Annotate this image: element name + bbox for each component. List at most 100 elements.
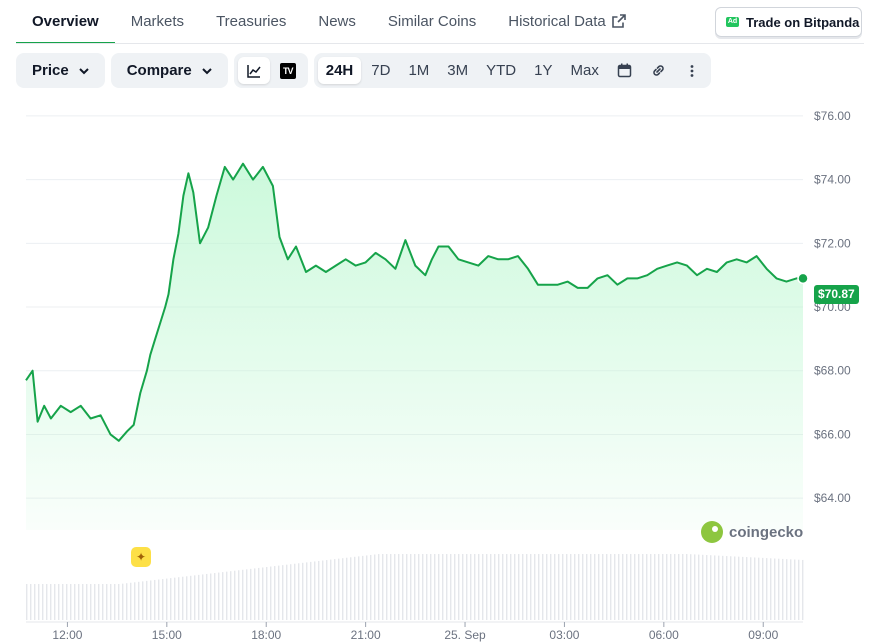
- volume-bar: [606, 554, 608, 620]
- time-range-selector: 24H 7D 1M 3M YTD 1Y Max: [313, 53, 711, 88]
- volume-bar: [558, 554, 560, 620]
- more-options-button[interactable]: [677, 57, 707, 84]
- range-7d-button[interactable]: 7D: [363, 57, 398, 84]
- event-star-icon[interactable]: ✦: [131, 547, 151, 567]
- volume-bar: [766, 558, 768, 620]
- tab-news[interactable]: News: [302, 0, 372, 44]
- y-tick-label: $76.00: [814, 109, 851, 123]
- tab-treasuries[interactable]: Treasuries: [200, 0, 302, 44]
- tab-similar-coins[interactable]: Similar Coins: [372, 0, 492, 44]
- tab-markets[interactable]: Markets: [115, 0, 200, 44]
- volume-bar: [574, 554, 576, 620]
- tab-label: Overview: [32, 12, 99, 30]
- volume-bar: [730, 556, 732, 620]
- range-3m-button[interactable]: 3M: [439, 57, 476, 84]
- tab-overview[interactable]: Overview: [16, 0, 115, 44]
- trade-on-bitpanda-button[interactable]: Ad Trade on Bitpanda: [715, 7, 862, 37]
- volume-bar: [386, 554, 388, 620]
- volume-bar: [554, 554, 556, 620]
- volume-bar: [570, 554, 572, 620]
- tabs-divider: [16, 43, 864, 44]
- volume-bar: [582, 554, 584, 620]
- volume-bar: [670, 554, 672, 620]
- volume-bar: [214, 573, 216, 620]
- volume-bar: [518, 554, 520, 620]
- tab-label: News: [318, 12, 356, 30]
- tab-label: Historical Data: [508, 12, 606, 30]
- volume-bar: [270, 566, 272, 620]
- volume-bar: [222, 572, 224, 620]
- volume-bar: [334, 559, 336, 620]
- compare-dropdown[interactable]: Compare: [110, 53, 228, 88]
- range-24h-button[interactable]: 24H: [317, 57, 362, 84]
- volume-bar: [602, 554, 604, 620]
- tradingview-button[interactable]: TV: [272, 57, 304, 84]
- volume-bar: [694, 554, 696, 620]
- volume-bar: [614, 554, 616, 620]
- volume-bar: [758, 557, 760, 620]
- volume-bar: [354, 556, 356, 620]
- volume-bar: [638, 554, 640, 620]
- volume-bar: [802, 559, 804, 620]
- line-chart-icon: [246, 64, 261, 78]
- range-label: 1M: [408, 62, 430, 79]
- volume-bar: [306, 562, 308, 620]
- volume-bar: [126, 583, 128, 620]
- range-ytd-button[interactable]: YTD: [478, 57, 524, 84]
- range-1y-button[interactable]: 1Y: [526, 57, 560, 84]
- tab-historical-data[interactable]: Historical Data: [492, 0, 642, 44]
- volume-bar: [258, 567, 260, 620]
- volume-bar: [458, 554, 460, 620]
- volume-bar: [666, 554, 668, 620]
- chevron-down-icon: [202, 67, 212, 74]
- volume-bar: [622, 554, 624, 620]
- volume-bar: [630, 554, 632, 620]
- range-1m-button[interactable]: 1M: [400, 57, 437, 84]
- date-range-button[interactable]: [609, 57, 640, 84]
- volume-bar: [330, 559, 332, 620]
- volume-bar: [798, 559, 800, 620]
- volume-bar: [770, 558, 772, 620]
- x-tick-label: 21:00: [351, 628, 381, 642]
- compare-dropdown-label: Compare: [126, 62, 192, 79]
- y-tick-label: $72.00: [814, 236, 851, 250]
- volume-bar: [542, 554, 544, 620]
- volume-bar: [286, 564, 288, 620]
- volume-bar: [786, 559, 788, 620]
- share-link-button[interactable]: [642, 57, 675, 84]
- volume-bar: [314, 561, 316, 620]
- volume-bar: [678, 554, 680, 620]
- volume-bar: [102, 584, 104, 620]
- price-dropdown[interactable]: Price: [16, 53, 105, 88]
- x-tick-label: 09:00: [748, 628, 778, 642]
- volume-bar: [586, 554, 588, 620]
- volume-bar: [526, 554, 528, 620]
- volume-bar: [402, 554, 404, 620]
- volume-bar: [178, 577, 180, 620]
- coingecko-watermark: coingecko: [701, 521, 803, 543]
- volume-bar: [734, 556, 736, 620]
- current-price-dot: [797, 272, 809, 285]
- volume-bar: [38, 584, 40, 620]
- volume-bar: [646, 554, 648, 620]
- volume-bar: [94, 584, 96, 620]
- volume-bar: [210, 573, 212, 620]
- tradingview-icon: TV: [279, 62, 296, 79]
- range-label: 1Y: [534, 62, 553, 79]
- volume-bar: [218, 572, 220, 620]
- volume-bar: [682, 554, 684, 620]
- volume-bar: [174, 577, 176, 620]
- volume-bar: [346, 557, 348, 620]
- x-tick-label: 12:00: [52, 628, 82, 642]
- volume-bar: [410, 554, 412, 620]
- volume-bar: [726, 556, 728, 620]
- volume-bar: [578, 554, 580, 620]
- watermark-text: coingecko: [729, 523, 804, 541]
- volume-bar: [382, 554, 384, 620]
- range-max-button[interactable]: Max: [563, 57, 607, 84]
- volume-bar: [150, 580, 152, 620]
- volume-bar: [50, 584, 52, 620]
- line-chart-button[interactable]: [237, 57, 270, 84]
- volume-bar: [290, 564, 292, 620]
- volume-bar: [438, 554, 440, 620]
